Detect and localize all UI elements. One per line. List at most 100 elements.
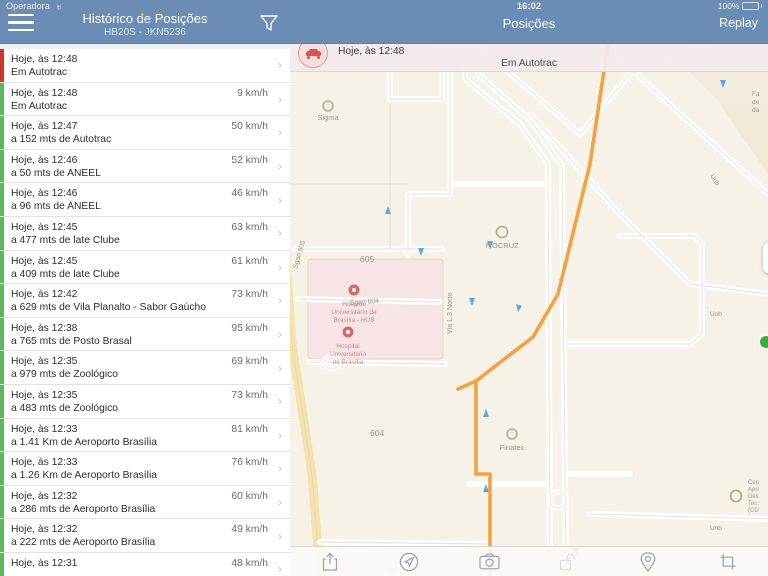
map-label-da: da <box>752 107 760 114</box>
row-speed-label: 48 km/h <box>231 557 268 569</box>
row-time-label: Hoje, às 12:31 <box>11 557 78 569</box>
map-label-604: 604 <box>370 428 384 438</box>
map-label-apo: Apo <box>748 487 759 493</box>
share-upload-icon[interactable] <box>310 549 350 575</box>
position-row[interactable]: Hoje, às 12:46 a 50 mts de ANEEL 52 km/h › <box>0 149 290 184</box>
map-canvas[interactable]: Sigma FIOCRUZ Finatec 605 604 Sgan 605 S… <box>290 44 768 576</box>
map-label-unb-b: Unb <box>710 311 722 318</box>
map-label-cd: (CD <box>748 508 759 514</box>
row-status-bar <box>0 452 4 485</box>
chevron-right-icon: › <box>278 259 282 274</box>
row-time-label: Hoje, às 12:32 <box>11 524 78 536</box>
row-speed-label: 95 km/h <box>231 322 268 334</box>
map-label-hub-2: Universitário de <box>331 309 377 316</box>
row-place-label: a 409 mts de late Clube <box>11 268 120 280</box>
battery-percent-label: 100% <box>717 1 740 11</box>
crop-icon[interactable] <box>708 549 748 575</box>
row-status-bar <box>0 384 4 418</box>
row-place-label: a 483 mts de Zoológico <box>11 402 119 414</box>
map-label-hu-1: Hospital <box>336 343 360 350</box>
map-label-de: de <box>752 99 760 106</box>
chevron-right-icon: › <box>278 394 282 409</box>
row-status-bar <box>0 284 4 317</box>
position-row[interactable]: Hoje, às 12:32 a 286 mts de Aeroporto Bra… <box>0 485 290 520</box>
map-pane: 16:02 100% Posições Replay Sigma FIOCRUZ… <box>290 0 768 576</box>
unlock-padlock-glyph <box>560 553 576 570</box>
position-row[interactable]: Hoje, às 12:45 a 477 mts de late Clube 63 … <box>0 216 290 251</box>
map-label-fiocruz: FIOCRUZ <box>485 241 519 250</box>
position-row[interactable]: Hoje, às 12:35 a 979 mts de Zoológico 69 k… <box>0 351 290 385</box>
row-status-bar <box>0 552 4 576</box>
row-speed-label: 63 km/h <box>231 221 268 233</box>
map-marker-green-waypoint[interactable] <box>758 334 768 350</box>
hamburger-bar <box>8 14 34 17</box>
banner-place-label: Em Autotrac <box>500 58 558 69</box>
row-speed-label: 73 km/h <box>231 389 268 401</box>
row-time-label: Hoje, às 12:32 <box>11 490 78 502</box>
row-status-bar <box>0 418 4 452</box>
map-label-des: Des <box>748 494 759 500</box>
row-place-label: a 765 mts de Posto Brasal <box>11 335 132 347</box>
chevron-right-icon: › <box>278 293 282 308</box>
hamburger-menu-icon[interactable] <box>8 14 34 34</box>
position-row[interactable]: Hoje, às 12:42 a 629 mts de Vila Planalto… <box>0 284 290 318</box>
row-status-bar <box>0 216 4 250</box>
position-row[interactable]: Hoje, às 12:48 Em Autotrac 9 km/h › <box>0 82 290 117</box>
position-row[interactable]: Hoje, às 12:31 48 km/h › <box>0 552 290 576</box>
row-speed-label: 9 km/h <box>237 87 268 99</box>
row-speed-label: 76 km/h <box>231 457 268 469</box>
position-row[interactable]: Hoje, às 12:38 a 765 mts de Posto Brasal 9… <box>0 317 290 352</box>
crop-glyph <box>720 553 736 570</box>
share-upload-glyph <box>322 552 337 571</box>
row-place-label: Em Autotrac <box>11 100 68 112</box>
position-row[interactable]: Hoje, às 12:33 a 1.26 Km de Aeroporto Bra… <box>0 452 290 486</box>
map-label-via-l3-norte: Via L 3 Norte <box>445 292 454 334</box>
position-row[interactable]: Hoje, às 12:32 a 222 mts de Aeroporto Bra… <box>0 519 290 553</box>
status-bar-battery: 100% <box>718 1 762 11</box>
banner-time-label: Hoje, às 12:48 <box>338 46 405 57</box>
right-header: 16:02 100% Posições Replay <box>290 0 768 44</box>
position-row[interactable]: Hoje, às 12:48 Em Autotrac › <box>0 49 290 83</box>
row-place-label: a 96 mts de ANEEL <box>11 201 101 213</box>
vehicle-callout[interactable]: HB20S - JKN5236 <box>763 243 768 273</box>
position-row[interactable]: Hoje, às 12:46 a 96 mts de ANEEL 46 km/h › <box>0 183 290 217</box>
camera-icon[interactable] <box>469 549 509 575</box>
row-time-label: Hoje, às 12:45 <box>11 255 78 267</box>
position-row[interactable]: Hoje, às 12:45 a 409 mts de late Clube 61 … <box>0 250 290 285</box>
row-status-bar <box>0 317 4 351</box>
battery-icon <box>741 2 759 10</box>
row-speed-label: 46 km/h <box>231 188 268 200</box>
row-place-label: a 222 mts de Aeroporto Brasília <box>11 537 156 549</box>
row-time-label: Hoje, às 12:35 <box>11 356 78 368</box>
row-status-bar <box>0 116 4 149</box>
row-status-bar <box>0 519 4 552</box>
position-banner[interactable]: Hoje, às 12:48 Em Autotrac <box>290 38 768 72</box>
navigation-arrow-icon[interactable] <box>389 549 429 575</box>
filter-funnel-icon[interactable] <box>258 13 280 33</box>
chevron-right-icon: › <box>278 125 282 140</box>
position-row[interactable]: Hoje, às 12:47 a 152 mts de Autotrac 50 km… <box>0 116 290 150</box>
row-place-label: a 477 mts de late Clube <box>11 234 120 246</box>
replay-button[interactable]: Replay <box>719 16 758 30</box>
battery-tip <box>760 4 762 8</box>
chevron-right-icon: › <box>278 327 282 342</box>
position-row[interactable]: Hoje, às 12:33 a 1.41 Km de Aeroporto Bra… <box>0 418 290 453</box>
wifi-icon: ♅ <box>55 2 63 12</box>
unlock-padlock-icon[interactable] <box>549 549 589 575</box>
location-pin-icon[interactable] <box>628 549 668 575</box>
position-row[interactable]: Hoje, às 12:35 a 483 mts de Zoológico 73 k… <box>0 384 290 419</box>
location-pin-glyph <box>641 551 656 572</box>
chevron-right-icon: › <box>278 461 282 476</box>
row-place-label: a 1.41 Km de Aeroporto Brasília <box>11 436 157 448</box>
map-label-605: 605 <box>360 254 374 264</box>
map-label-unb-c: Unb <box>710 525 722 532</box>
map-toolbar <box>290 546 768 576</box>
hamburger-bar <box>8 21 34 24</box>
positions-list[interactable]: Hoje, às 12:48 Em Autotrac › Hoje, às 12:48… <box>0 44 290 576</box>
map-label-sigma: Sigma <box>317 113 339 122</box>
row-time-label: Hoje, às 12:48 <box>11 54 78 65</box>
map-label-hub-1: Hospital <box>342 301 366 308</box>
navigation-arrow-glyph <box>400 552 419 571</box>
row-place-label: a 1.26 Km de Aeroporto Brasília <box>11 470 157 482</box>
camera-glyph <box>479 553 500 570</box>
